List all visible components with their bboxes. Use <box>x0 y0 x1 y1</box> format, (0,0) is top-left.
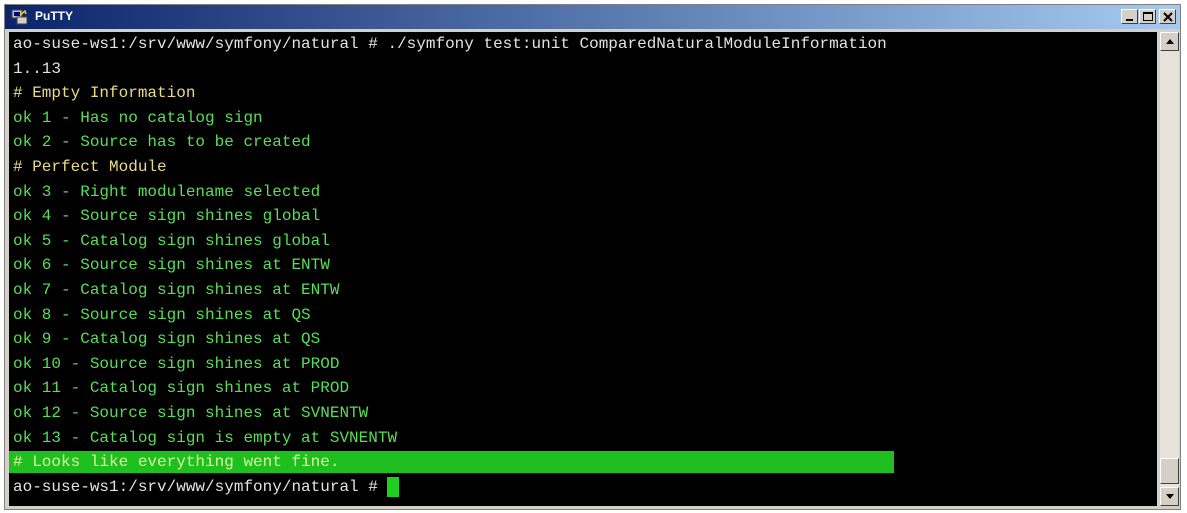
scroll-up-button[interactable] <box>1160 32 1179 51</box>
terminal-area[interactable]: ao-suse-ws1:/srv/www/symfony/natural # .… <box>9 32 1157 506</box>
vertical-scrollbar[interactable] <box>1160 32 1179 506</box>
title-bar[interactable]: PuTTY <box>5 5 1180 29</box>
minimize-icon <box>1126 19 1133 21</box>
minimize-button[interactable] <box>1121 9 1138 24</box>
terminal-line: 1..13 <box>13 59 62 78</box>
terminal-line: ok 3 - Right modulename selected <box>13 182 321 201</box>
terminal-line: ok 6 - Source sign shines at ENTW <box>13 256 330 275</box>
putty-window: PuTTY ao-suse-ws1:/srv/www/symfony/natur… <box>4 4 1181 510</box>
terminal-line: # Looks like everything went fine. <box>13 453 340 472</box>
terminal-line: ok 8 - Source sign shines at QS <box>13 305 311 324</box>
terminal-line: ok 7 - Catalog sign shines at ENTW <box>13 281 340 299</box>
arrow-up-icon <box>1166 39 1174 44</box>
terminal-line: ok 5 - Catalog sign shines global <box>13 231 330 250</box>
text-cursor <box>387 476 400 497</box>
terminal-line: ok 12 - Source sign shines at SVNENTW <box>13 404 369 422</box>
scroll-down-button[interactable] <box>1160 487 1179 506</box>
arrow-down-icon <box>1166 494 1174 499</box>
terminal-line: ok 11 - Catalog sign shines at PROD <box>13 379 350 398</box>
maximize-button[interactable] <box>1139 9 1156 24</box>
maximize-icon <box>1143 12 1153 21</box>
putty-icon <box>11 8 29 26</box>
terminal-line: # Perfect Module <box>13 158 167 176</box>
close-icon <box>1163 12 1173 22</box>
terminal-line: # Empty Information <box>13 84 196 103</box>
window-title: PuTTY <box>35 9 73 23</box>
terminal-line: ao-suse-ws1:/srv/www/symfony/natural # <box>13 477 388 496</box>
terminal-line: ok 4 - Source sign shines global <box>13 207 321 226</box>
terminal-line: ok 9 - Catalog sign shines at QS <box>13 330 321 349</box>
terminal-line: ok 13 - Catalog sign is empty at SVNENTW <box>13 428 398 447</box>
terminal-line: ok 2 - Source has to be created <box>13 133 311 152</box>
scroll-thumb[interactable] <box>1160 458 1179 484</box>
terminal-line: ok 10 - Source sign shines at PROD <box>13 354 340 373</box>
terminal-line: ao-suse-ws1:/srv/www/symfony/natural # .… <box>13 35 887 53</box>
terminal-line: ok 1 - Has no catalog sign <box>13 108 263 127</box>
close-button[interactable] <box>1159 9 1176 24</box>
